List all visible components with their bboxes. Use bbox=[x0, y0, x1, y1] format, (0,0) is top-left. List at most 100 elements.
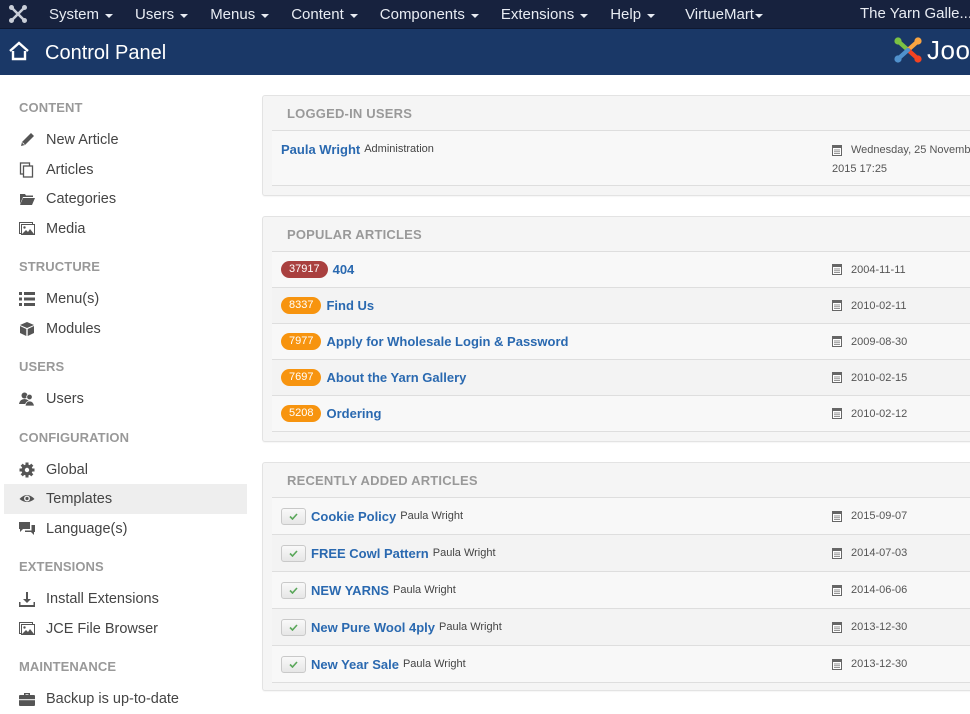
sidebar-item-global[interactable]: Global bbox=[4, 455, 247, 485]
calendar-icon bbox=[832, 336, 842, 347]
hits-badge: 8337 bbox=[281, 297, 322, 314]
caret-down-icon bbox=[754, 13, 763, 18]
article-date: 2013-12-30 bbox=[851, 621, 908, 633]
sidebar-item-templates[interactable]: Templates bbox=[4, 484, 247, 514]
article-title-link[interactable]: Cookie Policy bbox=[311, 509, 396, 524]
briefcase-icon bbox=[19, 693, 35, 706]
article-date: 2004-11-11 bbox=[851, 263, 906, 276]
image-icon bbox=[19, 222, 35, 235]
calendar-icon bbox=[832, 145, 842, 156]
caret-down-icon bbox=[105, 13, 114, 18]
hits-badge: 7697 bbox=[281, 369, 322, 386]
page-title: Control Panel bbox=[45, 42, 167, 64]
published-toggle[interactable] bbox=[281, 655, 306, 673]
calendar-icon bbox=[832, 510, 842, 522]
gear-icon bbox=[19, 462, 35, 478]
main-menu: System Users Menus Content Components Ex… bbox=[38, 0, 774, 29]
article-title-link[interactable]: 404 bbox=[333, 262, 355, 277]
menu-system[interactable]: System bbox=[38, 0, 124, 29]
panel-title: RECENTLY ADDED ARTICLES bbox=[287, 473, 478, 488]
recent-article-row: New Year Sale Paula Wright 2013-12-30 bbox=[272, 646, 970, 683]
popular-article-row: 37917 404 2004-11-11 bbox=[272, 252, 970, 288]
calendar-icon bbox=[832, 372, 842, 383]
article-author: Paula Wright bbox=[432, 547, 496, 559]
published-toggle[interactable] bbox=[281, 581, 306, 599]
article-author: Paula Wright bbox=[439, 621, 502, 633]
sidebar-item-menus[interactable]: Menu(s) bbox=[4, 284, 247, 314]
download-icon bbox=[19, 592, 35, 607]
hits-badge: 5208 bbox=[281, 405, 322, 422]
article-author: Paula Wright bbox=[402, 658, 466, 670]
joomla-logo-text: Joo bbox=[927, 34, 970, 65]
calendar-icon bbox=[832, 584, 842, 596]
sidebar-item-backup[interactable]: Backup is up-to-date bbox=[4, 684, 247, 714]
top-navbar: System Users Menus Content Components Ex… bbox=[0, 0, 970, 29]
article-title-link[interactable]: NEW YARNS bbox=[311, 583, 389, 598]
article-title-link[interactable]: New Year Sale bbox=[311, 657, 399, 672]
article-date: 2014-06-06 bbox=[851, 584, 908, 596]
article-author: Paula Wright bbox=[400, 510, 464, 522]
pencil-icon bbox=[21, 133, 34, 146]
article-title-link[interactable]: FREE Cowl Pattern bbox=[311, 546, 429, 561]
sidebar-item-users[interactable]: Users bbox=[4, 384, 247, 414]
sidebar-item-languages[interactable]: Language(s) bbox=[4, 514, 247, 544]
panel-title: LOGGED-IN USERS bbox=[287, 106, 413, 121]
panel-title: POPULAR ARTICLES bbox=[287, 227, 422, 242]
sidebar-section-structure: STRUCTURE bbox=[19, 259, 101, 274]
calendar-icon bbox=[832, 658, 842, 670]
published-toggle[interactable] bbox=[281, 544, 306, 562]
menu-virtuemart[interactable]: VirtueMart bbox=[674, 0, 774, 29]
published-toggle[interactable] bbox=[281, 618, 306, 636]
users-icon bbox=[19, 392, 35, 407]
check-icon bbox=[289, 549, 298, 557]
recent-article-row: FREE Cowl Pattern Paula Wright 2014-07-03 bbox=[272, 535, 970, 572]
article-date: 2013-12-30 bbox=[851, 658, 908, 670]
popular-article-row: 7977 Apply for Wholesale Login & Password… bbox=[272, 324, 970, 360]
article-title-link[interactable]: Find Us bbox=[326, 298, 374, 313]
menu-menus[interactable]: Menus bbox=[199, 0, 280, 29]
sidebar-item-jce-file-browser[interactable]: JCE File Browser bbox=[4, 614, 247, 644]
sidebar-section-content: CONTENT bbox=[19, 100, 83, 115]
article-title-link[interactable]: New Pure Wool 4ply bbox=[311, 620, 435, 635]
article-title-link[interactable]: Ordering bbox=[326, 406, 381, 421]
popular-article-row: 5208 Ordering 2010-02-12 bbox=[272, 396, 970, 432]
home-icon bbox=[9, 41, 29, 61]
sidebar-item-articles[interactable]: Articles bbox=[4, 155, 247, 185]
recent-articles-list: Cookie Policy Paula Wright 2015-09-07 FREE … bbox=[272, 497, 970, 683]
comments-icon bbox=[19, 522, 35, 535]
article-date: 2015-09-07 bbox=[851, 510, 908, 522]
recent-article-row: Cookie Policy Paula Wright 2015-09-07 bbox=[272, 498, 970, 535]
user-name-link[interactable]: Paula Wright bbox=[281, 142, 360, 157]
logged-in-users-panel: LOGGED-IN USERS Paula Wright Administrat… bbox=[262, 95, 970, 196]
article-title-link[interactable]: About the Yarn Gallery bbox=[326, 370, 466, 385]
hits-badge: 7977 bbox=[281, 333, 322, 350]
article-date: 2009-08-30 bbox=[851, 335, 908, 348]
sidebar-item-install-extensions[interactable]: Install Extensions bbox=[4, 584, 247, 614]
sidebar-item-categories[interactable]: Categories bbox=[4, 184, 247, 214]
article-author: Paula Wright bbox=[393, 584, 456, 596]
calendar-icon bbox=[832, 300, 842, 311]
menu-help[interactable]: Help bbox=[599, 0, 666, 29]
article-title-link[interactable]: Apply for Wholesale Login & Password bbox=[326, 334, 568, 349]
sidebar-item-media[interactable]: Media bbox=[4, 214, 247, 244]
recent-articles-panel: RECENTLY ADDED ARTICLES Cookie Policy Pau… bbox=[262, 462, 970, 691]
caret-down-icon bbox=[580, 13, 589, 18]
sidebar-item-new-article[interactable]: New Article bbox=[4, 125, 247, 155]
joomla-logo: Joo bbox=[893, 33, 970, 67]
recent-article-row: NEW YARNS Paula Wright 2014-06-06 bbox=[272, 572, 970, 609]
menu-users[interactable]: Users bbox=[124, 0, 199, 29]
caret-down-icon bbox=[180, 13, 189, 18]
published-toggle[interactable] bbox=[281, 507, 306, 525]
popular-articles-panel: POPULAR ARTICLES 37917 404 2004-11-11 8337 F… bbox=[262, 216, 970, 442]
list-icon bbox=[19, 292, 35, 306]
joomla-icon[interactable] bbox=[8, 4, 28, 24]
popular-article-row: 8337 Find Us 2010-02-11 bbox=[272, 288, 970, 324]
menu-content[interactable]: Content bbox=[280, 0, 369, 29]
site-name-link[interactable]: The Yarn Galle... bbox=[860, 0, 970, 28]
check-icon bbox=[289, 512, 298, 520]
menu-extensions[interactable]: Extensions bbox=[490, 0, 599, 29]
sidebar-item-modules[interactable]: Modules bbox=[4, 314, 247, 344]
menu-components[interactable]: Components bbox=[369, 0, 490, 29]
eye-icon bbox=[19, 495, 35, 502]
calendar-icon bbox=[832, 264, 842, 275]
